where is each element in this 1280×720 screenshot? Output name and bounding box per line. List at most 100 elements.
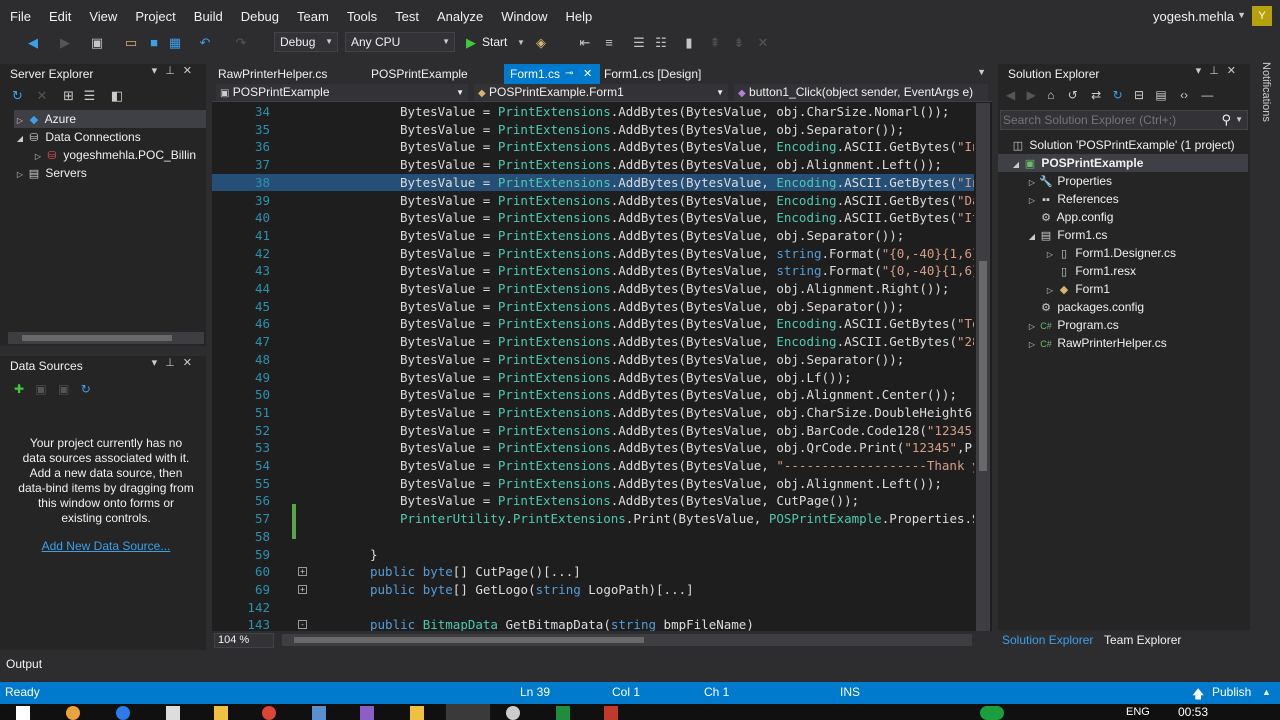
code-line[interactable]: 36 BytesValue = PrintExtensions.AddBytes(… — [212, 138, 974, 156]
file-explorer-icon[interactable] — [214, 706, 228, 720]
code-line[interactable]: 56 BytesValue = PrintExtensions.AddBytes(… — [212, 492, 974, 510]
code-line[interactable]: 53 BytesValue = PrintExtensions.AddBytes(… — [212, 439, 974, 457]
tree-item-solution[interactable]: ◫ Solution 'POSPrintExample' (1 project) — [998, 136, 1248, 154]
code-line[interactable]: 143 public BitmapData GetBitmapData(strin… — [212, 616, 974, 631]
stop-icon[interactable]: ✕ — [37, 88, 48, 103]
code-view-icon[interactable]: ‹› — [1180, 88, 1188, 102]
step-icon[interactable]: ⇤ — [576, 34, 594, 52]
play-icon[interactable]: ▶ — [462, 34, 480, 52]
zoom-dropdown[interactable]: 104 % — [214, 633, 274, 648]
refresh-icon[interactable]: ↻ — [81, 382, 91, 396]
clear-bookmarks-icon[interactable]: ✕ — [754, 34, 772, 52]
code-line[interactable]: 55 BytesValue = PrintExtensions.AddBytes(… — [212, 475, 974, 493]
tab-rawprinterhelper[interactable]: RawPrinterHelper.cs — [212, 64, 333, 84]
code-line[interactable]: 42 BytesValue = PrintExtensions.AddBytes(… — [212, 245, 974, 263]
redo-icon[interactable]: ↷ — [232, 34, 250, 52]
scrollbar-thumb[interactable] — [979, 261, 987, 471]
vertical-scrollbar[interactable] — [976, 103, 990, 631]
undo-icon[interactable]: ↶ — [196, 34, 214, 52]
solution-search-input[interactable] — [1003, 112, 1213, 128]
edge-icon[interactable] — [116, 706, 130, 720]
pin-icon[interactable]: ⊸ — [565, 64, 573, 84]
start-button[interactable]: Start — [482, 35, 507, 49]
tree-item-azure[interactable]: ▷ ◆ Azure — [14, 110, 206, 128]
output-tab[interactable]: Output — [6, 657, 42, 671]
app-icon[interactable] — [312, 706, 326, 720]
tree-item-form1-cs[interactable]: ◢ ▤ Form1.cs — [998, 226, 1248, 244]
code-line[interactable]: 37 BytesValue = PrintExtensions.AddBytes(… — [212, 156, 974, 174]
code-line[interactable]: 43 BytesValue = PrintExtensions.AddBytes(… — [212, 262, 974, 280]
menu-edit[interactable]: Edit — [40, 9, 80, 24]
tree-item-form1-class[interactable]: ▷ ◆ Form1 — [998, 280, 1248, 298]
tree-item-packages-config[interactable]: ⚙ packages.config — [998, 298, 1248, 316]
sync-icon[interactable]: ⇄ — [1091, 88, 1101, 102]
expand-region-icon[interactable]: + — [298, 567, 307, 577]
tree-item-servers[interactable]: ▷ ▤ Servers — [14, 164, 206, 182]
add-data-source-icon[interactable]: ✚ — [14, 382, 24, 396]
menu-debug[interactable]: Debug — [232, 9, 288, 24]
code-line[interactable]: 60 public byte[] CutPage()[...] + — [212, 563, 974, 581]
code-line[interactable]: 57 PrinterUtility.PrintExtensions.Print(B… — [212, 510, 974, 528]
language-indicator[interactable]: ENG — [1126, 706, 1150, 718]
code-line[interactable]: 52 BytesValue = PrintExtensions.AddBytes(… — [212, 422, 974, 440]
code-area[interactable]: 34 BytesValue = PrintExtensions.AddBytes(… — [212, 103, 974, 631]
refresh-icon[interactable]: ↻ — [1113, 88, 1123, 102]
tree-item-form1-designer[interactable]: ▷ ▯ Form1.Designer.cs — [998, 244, 1248, 262]
tab-form1-cs[interactable]: Form1.cs ⊸ ✕ — [504, 64, 600, 84]
expand-region-icon[interactable]: + — [298, 584, 307, 594]
code-line[interactable]: 35 BytesValue = PrintExtensions.AddBytes(… — [212, 121, 974, 139]
folder-icon[interactable] — [410, 706, 424, 720]
tree-item-form1-resx[interactable]: ▯ Form1.resx — [998, 262, 1248, 280]
chevron-down-icon[interactable]: ▼ — [977, 67, 986, 77]
tree-item-program-cs[interactable]: ▷ C# Program.cs — [998, 316, 1248, 334]
menu-tools[interactable]: Tools — [338, 9, 386, 24]
class-dropdown[interactable]: ◆ POSPrintExample.Form1 ▼ — [474, 84, 728, 101]
save-all-icon[interactable]: ▦ — [166, 34, 184, 52]
chevron-down-icon[interactable]: ▼ — [512, 34, 530, 52]
excel-icon[interactable] — [556, 706, 570, 720]
tab-solution-explorer[interactable]: Solution Explorer — [1002, 633, 1093, 647]
settings-icon[interactable] — [506, 706, 520, 720]
menu-test[interactable]: Test — [386, 9, 428, 24]
code-line[interactable]: 47 BytesValue = PrintExtensions.AddBytes(… — [212, 333, 974, 351]
tree-item-database[interactable]: ▷ ⛁ yogeshmehla.POC_Billin — [14, 146, 206, 164]
prev-bookmark-icon[interactable]: ⇞ — [706, 34, 724, 52]
menu-team[interactable]: Team — [288, 9, 338, 24]
tree-item-project[interactable]: ◢ ▣ POSPrintExample — [998, 154, 1248, 172]
publish-button[interactable]: Publish — [1212, 685, 1251, 699]
browser-link-icon[interactable]: ◈ — [532, 34, 550, 52]
tree-item-rawprinterhelper[interactable]: ▷ C# RawPrinterHelper.cs — [998, 334, 1248, 352]
indent-icon[interactable]: ≡ — [600, 34, 618, 52]
menu-analyze[interactable]: Analyze — [428, 9, 492, 24]
code-line[interactable]: 39 BytesValue = PrintExtensions.AddBytes(… — [212, 192, 974, 210]
azure-connect-icon[interactable]: ◧ — [111, 88, 123, 103]
menu-file[interactable]: File — [0, 9, 40, 24]
code-line[interactable]: 38 BytesValue = PrintExtensions.AddBytes(… — [212, 173, 974, 192]
code-line[interactable]: 49 BytesValue = PrintExtensions.AddBytes(… — [212, 369, 974, 387]
menu-window[interactable]: Window — [492, 9, 556, 24]
back-icon[interactable]: ◀ — [24, 34, 42, 52]
collapse-region-icon[interactable]: - — [298, 620, 307, 630]
tree-item-properties[interactable]: ▷ 🔧 Properties — [998, 172, 1248, 190]
status-tray-icon[interactable] — [980, 706, 1004, 720]
chrome-icon[interactable] — [262, 706, 276, 720]
menu-build[interactable]: Build — [185, 9, 232, 24]
code-line[interactable]: 40 BytesValue = PrintExtensions.AddBytes(… — [212, 209, 974, 227]
code-line[interactable]: 34 BytesValue = PrintExtensions.AddBytes(… — [212, 103, 974, 121]
back-icon[interactable]: ◀ — [1006, 88, 1015, 102]
member-dropdown[interactable]: ◆ button1_Click(object sender, EventArgs… — [734, 84, 988, 101]
minus-icon[interactable]: ― — [1201, 88, 1213, 102]
code-line[interactable]: 69 public byte[] GetLogo(string LogoPath)… — [212, 581, 974, 599]
scrollbar-thumb[interactable] — [294, 637, 644, 643]
bookmark-icon[interactable]: ▮ — [680, 34, 698, 52]
connect-server-icon[interactable]: ☰ — [84, 88, 96, 103]
tree-item-data-connections[interactable]: ◢ ⛁ Data Connections — [14, 128, 206, 146]
chevron-down-icon[interactable]: ▼ — [1235, 115, 1243, 124]
avatar[interactable]: Y — [1252, 6, 1272, 26]
code-line[interactable]: 48 BytesValue = PrintExtensions.AddBytes(… — [212, 351, 974, 369]
chevron-up-icon[interactable]: ▲ — [1262, 687, 1271, 697]
panel-window-buttons[interactable]: ▾⊥✕ — [1196, 64, 1244, 77]
code-line[interactable]: 44 BytesValue = PrintExtensions.AddBytes(… — [212, 280, 974, 298]
save-icon[interactable]: ■ — [145, 34, 163, 52]
publish-icon[interactable]: 🡅 — [1192, 685, 1204, 706]
